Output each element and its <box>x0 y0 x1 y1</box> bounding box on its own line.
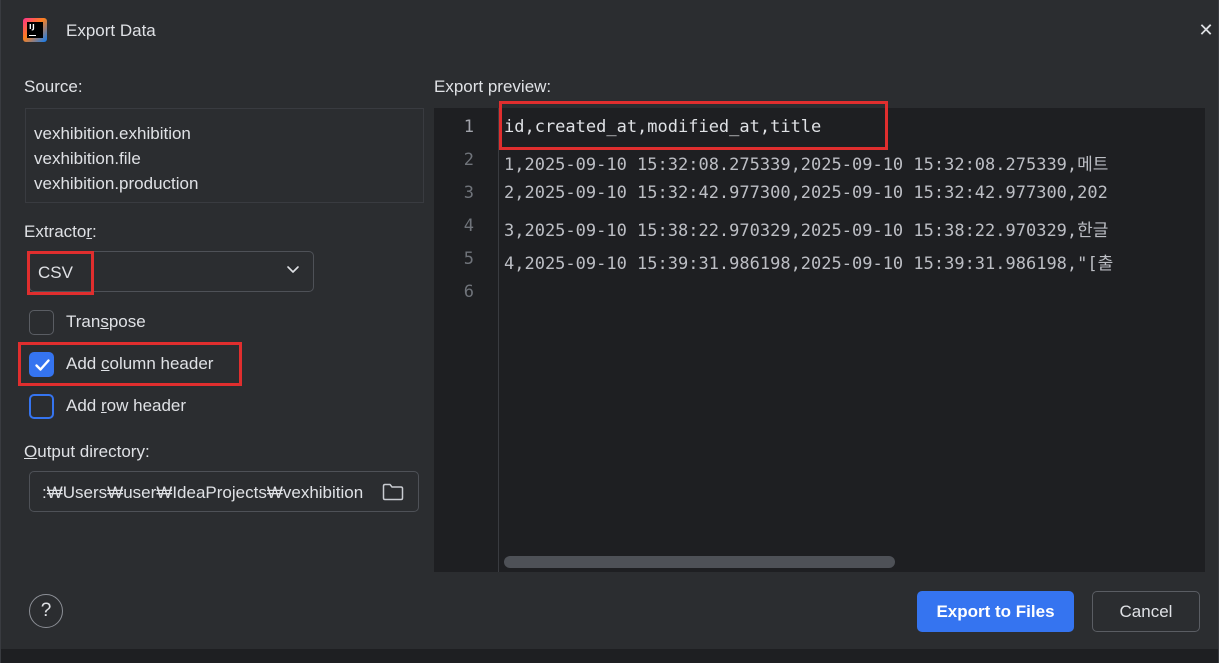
output-directory-field[interactable]: :₩Users₩user₩IdeaProjects₩vexhibition <box>29 471 419 512</box>
background-window-strip <box>1 649 1218 663</box>
title-bar: IJ Export Data ✕ <box>1 0 1218 62</box>
line-number-gutter: 1 2 3 4 5 6 <box>434 108 499 572</box>
line-number: 5 <box>463 249 474 269</box>
checkbox-unchecked[interactable] <box>29 394 54 419</box>
folder-icon[interactable] <box>382 482 404 502</box>
output-directory-value: :₩Users₩user₩IdeaProjects₩vexhibition <box>42 483 364 502</box>
export-preview-label: Export preview: <box>434 77 552 96</box>
add-row-header-label: Add row header <box>66 396 187 415</box>
line-number: 3 <box>463 183 474 203</box>
help-icon: ? <box>40 600 52 621</box>
add-column-header-label: Add column header <box>66 354 214 373</box>
dialog-title: Export Data <box>66 21 156 40</box>
preview-line: 1,2025-09-10 15:32:08.275339,2025-09-10 … <box>504 155 1109 175</box>
extractor-label: Extractor: <box>24 222 97 241</box>
export-preview-editor[interactable]: 1 2 3 4 5 6 id,created_at,modified_at,ti… <box>434 108 1205 572</box>
preview-line: 3,2025-09-10 15:38:22.970329,2025-09-10 … <box>504 221 1109 241</box>
checkbox-checked[interactable] <box>29 352 54 377</box>
chevron-down-icon <box>287 266 299 273</box>
checkmark-icon <box>35 359 50 371</box>
extractor-value: CSV <box>38 263 73 282</box>
line-number: 1 <box>463 117 474 137</box>
checkbox-unchecked[interactable] <box>29 310 54 335</box>
intellij-logo-icon: IJ <box>23 18 47 42</box>
help-button[interactable]: ? <box>29 594 63 628</box>
close-icon: ✕ <box>1198 20 1214 40</box>
preview-line: id,created_at,modified_at,title <box>504 117 822 137</box>
line-number: 6 <box>463 282 474 302</box>
export-to-files-button[interactable]: Export to Files <box>917 591 1074 632</box>
preview-line: 4,2025-09-10 15:39:31.986198,2025-09-10 … <box>504 254 1114 274</box>
source-label: Source: <box>24 77 83 96</box>
close-button[interactable]: ✕ <box>1194 18 1218 42</box>
line-number: 4 <box>463 216 474 236</box>
extractor-select[interactable]: CSV <box>29 251 314 292</box>
preview-line: 2,2025-09-10 15:32:42.977300,2025-09-10 … <box>504 183 1108 203</box>
horizontal-scrollbar[interactable] <box>504 556 895 568</box>
output-directory-label: Output directory: <box>24 442 150 461</box>
source-item[interactable]: vexhibition.file <box>34 146 415 171</box>
export-data-dialog: IJ Export Data ✕ Source: vexhibition.exh… <box>0 0 1219 663</box>
line-number: 2 <box>463 150 474 170</box>
cancel-button[interactable]: Cancel <box>1092 591 1200 632</box>
transpose-label: Transpose <box>66 312 146 331</box>
source-item[interactable]: vexhibition.production <box>34 171 415 196</box>
source-list[interactable]: vexhibition.exhibition vexhibition.file … <box>25 108 424 203</box>
source-item[interactable]: vexhibition.exhibition <box>34 121 415 146</box>
